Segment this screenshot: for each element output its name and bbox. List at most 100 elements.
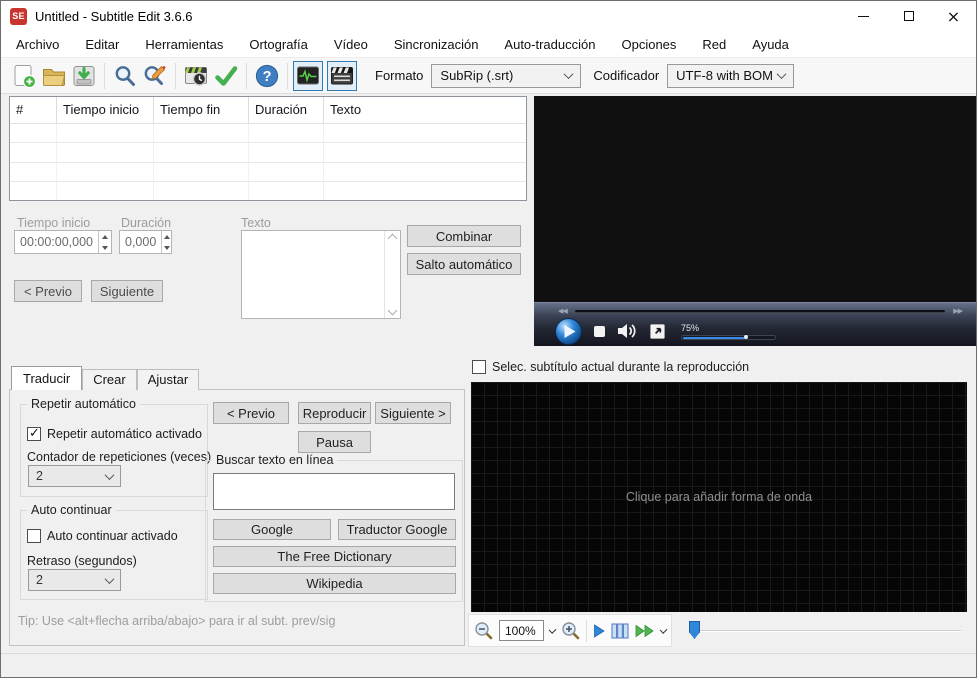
start-time-field[interactable]: 00:00:00,000 [14, 230, 112, 254]
video-player[interactable]: ◀◀ ▶▶ 75% [534, 96, 976, 346]
menu-opciones[interactable]: Opciones [608, 33, 689, 56]
delay-select[interactable]: 2 [28, 569, 121, 591]
close-button[interactable]: × [931, 1, 976, 31]
waveform-toggle-icon[interactable] [293, 60, 323, 91]
play-previous-button[interactable]: < Previo [213, 402, 289, 424]
duration-stepper[interactable] [161, 231, 171, 253]
format-value: SubRip (.srt) [440, 68, 514, 83]
column-end-time[interactable]: Tiempo fin [154, 97, 249, 123]
window-title: Untitled - Subtitle Edit 3.6.6 [35, 8, 193, 24]
google-translate-button[interactable]: Traductor Google [338, 519, 456, 540]
scroll-up-icon[interactable] [387, 233, 398, 244]
menu-ayuda[interactable]: Ayuda [739, 33, 802, 56]
next-subtitle-button[interactable]: Siguiente [91, 280, 163, 302]
slider-thumb[interactable] [689, 621, 700, 639]
waveform-toolbar: 100% [468, 614, 672, 647]
table-row [10, 143, 526, 163]
checkbox-checked[interactable] [27, 426, 41, 441]
online-search-group: Buscar texto en línea Google Traductor G… [205, 453, 463, 602]
waveform-zoom-select[interactable]: 100% [499, 620, 544, 641]
play-next-button[interactable]: Siguiente > [375, 402, 451, 424]
menu-auto-traduccion[interactable]: Auto-traducción [491, 33, 608, 56]
column-duration[interactable]: Duración [249, 97, 324, 123]
chevron-down-icon[interactable] [659, 625, 668, 634]
tab-ajustar[interactable]: Ajustar [136, 369, 200, 390]
subtitle-text-area[interactable] [241, 230, 401, 319]
start-time-label: Tiempo inicio [17, 216, 91, 230]
save-icon[interactable] [69, 61, 99, 91]
subtitle-list[interactable]: # Tiempo inicio Tiempo fin Duración Text… [9, 96, 527, 201]
visual-sync-icon[interactable] [181, 61, 211, 91]
menu-archivo[interactable]: Archivo [3, 33, 72, 56]
table-row [10, 181, 526, 200]
combine-button[interactable]: Combinar [407, 225, 521, 247]
tab-crear[interactable]: Crear [82, 369, 137, 390]
scrollbar[interactable] [384, 231, 400, 318]
status-bar [1, 653, 976, 677]
column-text[interactable]: Texto [324, 97, 526, 123]
volume-percent: 75% [681, 322, 700, 333]
menu-ortografia[interactable]: Ortografía [236, 33, 321, 56]
auto-continue-checkbox[interactable]: Auto continuar activado [27, 529, 178, 543]
find-icon[interactable] [110, 61, 140, 91]
open-folder-icon[interactable] [39, 61, 69, 91]
wikipedia-button[interactable]: Wikipedia [213, 573, 456, 594]
previous-subtitle-button[interactable]: < Previo [14, 280, 82, 302]
encoding-select[interactable]: UTF-8 with BOM [667, 63, 795, 88]
menu-red[interactable]: Red [689, 33, 739, 56]
maximize-button[interactable] [886, 1, 931, 31]
fullscreen-icon[interactable] [649, 323, 666, 340]
start-time-stepper[interactable] [98, 231, 111, 253]
zoom-out-icon[interactable] [474, 621, 493, 640]
checkbox-unchecked[interactable] [27, 529, 41, 543]
start-time-value: 00:00:00,000 [20, 235, 93, 249]
waveform-area[interactable]: Clique para añadir forma de onda [471, 382, 967, 612]
playback-speed-icon[interactable] [635, 624, 655, 638]
auto-repeat-checkbox[interactable]: Repetir automático activado [27, 426, 202, 441]
select-current-subtitle-label: Selec. subtítulo actual durante la repro… [492, 360, 750, 374]
duration-label: Duración [121, 216, 172, 230]
format-select[interactable]: SubRip (.srt) [431, 63, 582, 88]
free-dictionary-button[interactable]: The Free Dictionary [213, 546, 456, 567]
column-number[interactable]: # [10, 97, 57, 123]
help-icon[interactable]: ? [252, 61, 282, 91]
stop-icon[interactable] [594, 325, 605, 337]
menu-herramientas[interactable]: Herramientas [132, 33, 236, 56]
play-icon[interactable] [554, 317, 583, 346]
menu-sincronizacion[interactable]: Sincronización [381, 33, 492, 56]
seek-forward-icon[interactable]: ▶▶ [953, 307, 963, 315]
search-input[interactable] [213, 473, 455, 510]
show-scene-changes-icon[interactable] [611, 623, 629, 639]
google-button[interactable]: Google [213, 519, 331, 540]
waveform-play-icon[interactable] [593, 623, 605, 638]
spell-check-icon[interactable] [211, 61, 241, 91]
duration-field[interactable]: 0,000 [119, 230, 172, 254]
column-start-time[interactable]: Tiempo inicio [57, 97, 154, 123]
select-current-subtitle-checkbox[interactable]: Selec. subtítulo actual durante la repro… [472, 360, 749, 374]
repeat-count-select[interactable]: 2 [28, 465, 121, 487]
zoom-in-icon[interactable] [561, 621, 580, 640]
auto-continue-group: Auto continuar Auto continuar activado R… [20, 503, 208, 600]
pause-button[interactable]: Pausa [298, 431, 371, 453]
new-file-icon[interactable] [9, 61, 39, 91]
video-toggle-icon[interactable] [327, 60, 357, 91]
play-button[interactable]: Reproducir [298, 402, 371, 424]
chevron-down-icon[interactable] [548, 625, 557, 634]
seek-bar[interactable] [574, 309, 946, 313]
checkbox-unchecked[interactable] [472, 360, 486, 374]
waveform-position-slider[interactable] [698, 630, 961, 632]
seek-back-icon[interactable]: ◀◀ [558, 307, 568, 315]
menu-video[interactable]: Vídeo [321, 33, 381, 56]
volume-slider[interactable] [681, 334, 776, 340]
scroll-down-icon[interactable] [387, 305, 398, 316]
title-bar: SE Untitled - Subtitle Edit 3.6.6 × [1, 1, 976, 31]
menu-editar[interactable]: Editar [72, 33, 132, 56]
text-label: Texto [241, 216, 271, 230]
volume-icon[interactable] [616, 322, 638, 340]
svg-text:?: ? [263, 69, 272, 85]
tab-traducir[interactable]: Traducir [11, 366, 83, 390]
replace-icon[interactable] [140, 61, 170, 91]
auto-break-button[interactable]: Salto automático [407, 253, 521, 275]
minimize-button[interactable] [841, 1, 886, 31]
chevron-down-icon [104, 469, 115, 480]
